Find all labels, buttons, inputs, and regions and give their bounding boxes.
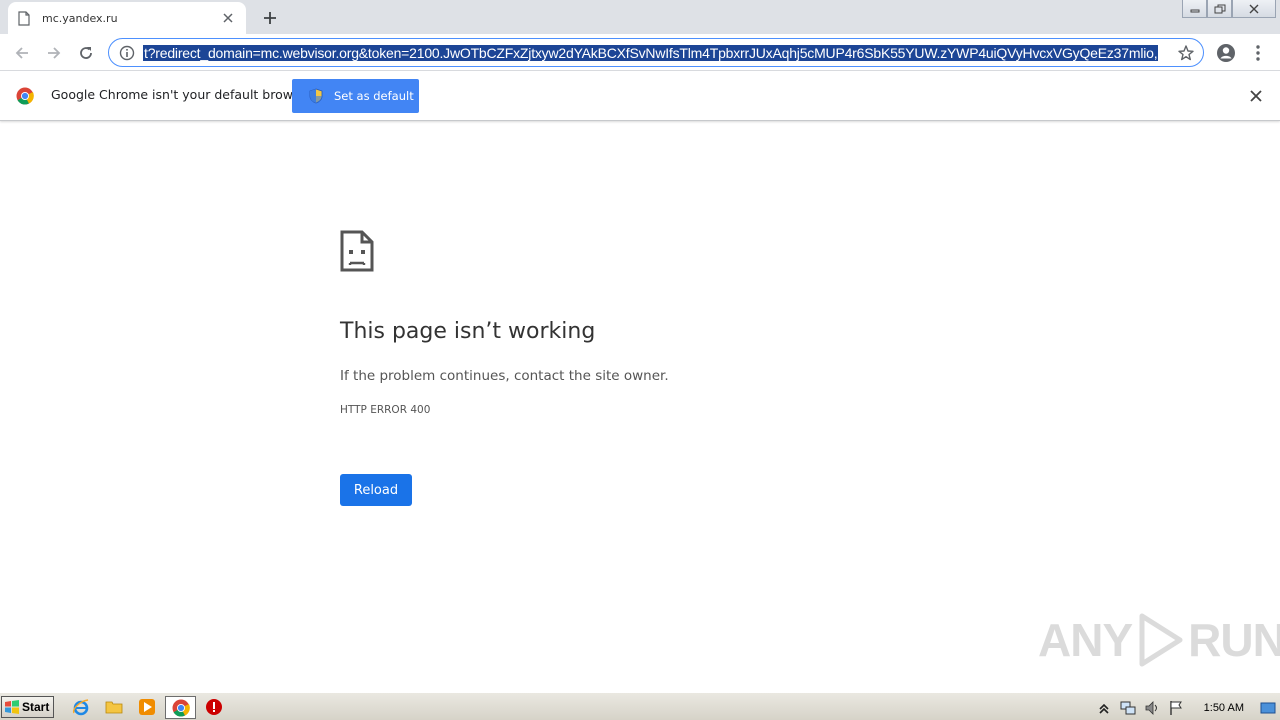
new-tab-icon[interactable] — [258, 6, 282, 30]
url-text[interactable]: t?redirect_domain=mc.webvisor.org&token=… — [143, 43, 1173, 63]
page-icon — [18, 10, 30, 26]
menu-kebab-icon[interactable] — [1245, 40, 1271, 66]
error-title: This page isn’t working — [340, 319, 596, 344]
default-browser-infobar: Google Chrome isn't your default browser… — [0, 71, 1280, 121]
tab-close-icon[interactable] — [220, 10, 236, 26]
reload-icon[interactable] — [73, 40, 99, 66]
set-as-default-label: Set as default — [334, 89, 414, 103]
url-selection: t?redirect_domain=mc.webvisor.org&token=… — [143, 45, 1159, 61]
show-desktop-icon[interactable] — [1260, 700, 1276, 716]
action-center-flag-icon[interactable] — [1168, 700, 1184, 716]
start-button[interactable]: Start — [1, 696, 54, 718]
bookmark-star-icon[interactable] — [1177, 44, 1195, 62]
error-code: HTTP ERROR 400 — [340, 404, 431, 416]
restore-icon[interactable] — [1207, 0, 1232, 18]
system-tray: 1:50 AM — [1092, 696, 1280, 719]
info-icon[interactable] — [119, 45, 135, 61]
minimize-icon[interactable] — [1182, 0, 1207, 18]
stop-warning-icon[interactable] — [205, 698, 223, 716]
window-close-icon[interactable] — [1232, 0, 1276, 18]
show-hidden-icons-icon[interactable] — [1096, 700, 1112, 716]
infobar-message: Google Chrome isn't your default browser — [51, 87, 313, 102]
tab-title: mc.yandex.ru — [42, 11, 118, 25]
play-triangle-icon — [1139, 613, 1183, 667]
window-controls — [1182, 0, 1276, 18]
media-player-icon[interactable] — [138, 698, 156, 716]
address-bar[interactable]: t?redirect_domain=mc.webvisor.org&token=… — [108, 38, 1204, 67]
infobar-close-icon[interactable] — [1248, 88, 1264, 104]
browser-toolbar: t?redirect_domain=mc.webvisor.org&token=… — [0, 34, 1280, 71]
anyrun-watermark: ANY RUN — [1038, 608, 1280, 672]
chrome-logo-icon — [16, 87, 34, 105]
sad-page-icon — [340, 230, 374, 272]
windows-flag-icon — [5, 700, 19, 714]
watermark-right: RUN — [1188, 614, 1280, 666]
reload-button[interactable]: Reload — [340, 474, 412, 506]
watermark-left: ANY — [1038, 614, 1133, 666]
start-label: Start — [22, 700, 50, 714]
tab-mc-yandex[interactable]: mc.yandex.ru — [8, 2, 246, 34]
internet-explorer-icon[interactable] — [72, 698, 90, 716]
taskbar-clock[interactable]: 1:50 AM — [1204, 702, 1244, 714]
volume-icon[interactable] — [1144, 700, 1160, 716]
shield-icon — [309, 88, 323, 104]
network-icon[interactable] — [1120, 700, 1136, 716]
tab-strip: mc.yandex.ru — [0, 0, 1280, 34]
profile-avatar-icon[interactable] — [1213, 40, 1239, 66]
taskbar-chrome-button[interactable] — [165, 696, 196, 719]
windows-taskbar: Start 1:50 AM — [0, 692, 1280, 720]
forward-icon[interactable] — [41, 40, 67, 66]
error-message: If the problem continues, contact the si… — [340, 368, 669, 384]
set-as-default-button[interactable]: Set as default — [292, 79, 419, 113]
folder-icon[interactable] — [105, 698, 123, 716]
back-icon[interactable] — [9, 40, 35, 66]
chrome-taskbar-icon — [172, 699, 190, 717]
